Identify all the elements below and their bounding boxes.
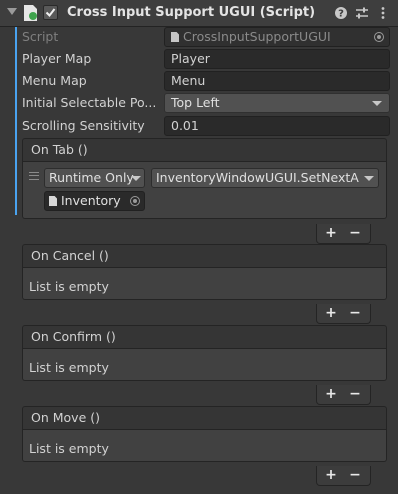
initial-selectable-value: Top Left: [171, 95, 220, 110]
on-confirm-header: On Confirm (): [22, 325, 387, 349]
drag-handle-icon[interactable]: [29, 172, 39, 180]
add-button[interactable]: +: [319, 224, 343, 243]
script-file-icon: [49, 196, 57, 206]
runtime-mode-value: Runtime Only: [49, 170, 134, 185]
object-picker-icon[interactable]: [374, 32, 384, 42]
object-picker-icon[interactable]: [130, 196, 140, 206]
remove-button[interactable]: −: [343, 466, 367, 485]
preset-sliders-icon[interactable]: [354, 5, 370, 21]
remove-button[interactable]: −: [343, 385, 367, 404]
script-value: CrossInputSupportUGUI: [183, 29, 331, 44]
checkmark-icon: [45, 8, 56, 18]
script-file-icon: [171, 32, 179, 42]
chevron-down-icon: [364, 176, 374, 181]
on-cancel-header: On Cancel (): [22, 244, 387, 268]
csharp-script-icon: [24, 5, 37, 21]
add-button[interactable]: +: [319, 385, 343, 404]
remove-button[interactable]: −: [343, 224, 367, 243]
runtime-mode-dropdown[interactable]: Runtime Only: [44, 168, 145, 188]
on-cancel-empty-text: List is empty: [29, 279, 109, 294]
function-dropdown[interactable]: InventoryWindowUGUI.SetNextA: [151, 168, 379, 188]
initial-selectable-label: Initial Selectable Po...: [22, 95, 157, 110]
menu-map-input[interactable]: Menu: [164, 71, 390, 91]
initial-selectable-dropdown[interactable]: Top Left: [164, 93, 390, 113]
enabled-checkbox[interactable]: [43, 5, 58, 20]
scrolling-sensitivity-label: Scrolling Sensitivity: [22, 118, 145, 133]
chevron-down-icon: [131, 176, 141, 181]
on-cancel-add-remove: + −: [316, 304, 371, 324]
target-object-field[interactable]: Inventory: [44, 191, 145, 211]
target-object-value: Inventory: [61, 193, 121, 208]
script-label: Script: [22, 29, 59, 44]
on-move-empty-text: List is empty: [29, 441, 109, 456]
add-button[interactable]: +: [319, 466, 343, 485]
on-tab-header: On Tab (): [22, 138, 387, 162]
on-confirm-add-remove: + −: [316, 385, 371, 405]
on-move-add-remove: + −: [316, 466, 371, 486]
player-map-input[interactable]: Player: [164, 49, 390, 69]
foldout-arrow-icon[interactable]: [7, 8, 17, 15]
script-field[interactable]: CrossInputSupportUGUI: [164, 27, 390, 47]
svg-text:?: ?: [338, 9, 344, 20]
remove-button[interactable]: −: [343, 304, 367, 323]
menu-map-label: Menu Map: [22, 73, 87, 88]
scrolling-sensitivity-input[interactable]: 0.01: [164, 116, 390, 136]
add-button[interactable]: +: [319, 304, 343, 323]
function-value: InventoryWindowUGUI.SetNextA: [156, 170, 359, 185]
chevron-down-icon: [372, 101, 382, 106]
kebab-menu-icon[interactable]: [375, 5, 391, 21]
component-title: Cross Input Support UGUI (Script): [67, 5, 316, 20]
player-map-label: Player Map: [22, 51, 92, 66]
on-move-header: On Move (): [22, 406, 387, 430]
modified-indicator-bar: [15, 27, 17, 215]
on-tab-add-remove: + −: [316, 224, 371, 244]
component-header: Cross Input Support UGUI (Script) ?: [0, 0, 398, 27]
on-confirm-empty-text: List is empty: [29, 360, 109, 375]
help-icon[interactable]: ?: [333, 5, 349, 21]
